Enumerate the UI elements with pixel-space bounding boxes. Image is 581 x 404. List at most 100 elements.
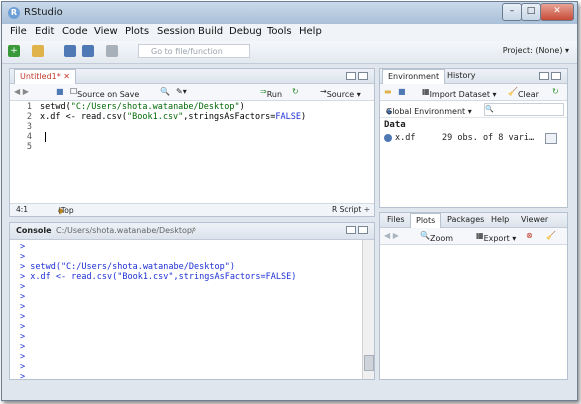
- zoom-button[interactable]: 🔍 Zoom: [420, 231, 453, 243]
- clear-label: Clear: [517, 90, 539, 99]
- tab-plots[interactable]: Plots: [410, 213, 442, 228]
- import-dataset-button[interactable]: ▦ Import Dataset ▾: [422, 87, 497, 99]
- editor-statusbar: 4:1 ◆ (Top Level) ÷ R Script ÷: [10, 203, 374, 216]
- run-button[interactable]: ⇒ Run: [260, 87, 282, 99]
- source-editor-pane: Untitled1* ✕ ◀ ▶ ■ ☐ Source on Save 🔍 ✎▾…: [9, 68, 375, 217]
- code-tools-icon[interactable]: ✎▾: [176, 87, 187, 96]
- line-number: 2: [26, 112, 32, 122]
- new-file-icon[interactable]: +: [8, 45, 20, 57]
- source-on-save-label: Source on Save: [77, 90, 140, 99]
- close-tab-icon[interactable]: ✕: [63, 72, 70, 81]
- save-workspace-icon[interactable]: ■: [398, 87, 406, 96]
- tab-help[interactable]: Help: [486, 213, 514, 227]
- remove-plot-icon[interactable]: ⊗: [526, 231, 533, 240]
- variable-name: x.df: [395, 133, 416, 143]
- scope-label: (Top Level) ÷: [58, 206, 81, 216]
- refresh-icon[interactable]: ↻: [552, 87, 559, 96]
- print-icon[interactable]: [106, 45, 118, 57]
- menu-bar: File Edit Code View Plots Session Build …: [2, 24, 577, 41]
- tab-packages[interactable]: Packages: [442, 213, 489, 227]
- source-label: Source ▾: [326, 90, 361, 99]
- env-search-input[interactable]: 🔍: [484, 103, 564, 116]
- global-env-label: Global Environment ▾: [386, 107, 472, 116]
- tab-untitled1[interactable]: Untitled1* ✕: [14, 69, 76, 84]
- scrollbar-thumb[interactable]: [364, 355, 374, 371]
- maximize-button[interactable]: □: [521, 3, 541, 21]
- text-cursor: [45, 132, 46, 142]
- zoom-label: Zoom: [429, 234, 454, 243]
- console-output[interactable]: > > > setwd("C:/Users/shota.watanabe/Des…: [10, 240, 362, 379]
- close-button[interactable]: ✕: [540, 3, 574, 21]
- line-number: 4: [26, 132, 32, 142]
- export-button[interactable]: ▦ Export ▾: [476, 231, 516, 243]
- console-line: >: [20, 292, 26, 302]
- tab-viewer[interactable]: Viewer: [516, 213, 553, 227]
- code-area[interactable]: 1 setwd("C:/Users/shota.watanabe/Desktop…: [10, 101, 374, 203]
- save-doc-icon[interactable]: ■: [56, 87, 64, 96]
- minimize-button[interactable]: –: [502, 3, 522, 21]
- environment-pane: Environment History ▬ ■ ▦ Import Dataset…: [379, 68, 568, 208]
- editor-toolbar: ◀ ▶ ■ ☐ Source on Save 🔍 ✎▾ ⇒ Run ↻ → So…: [10, 84, 374, 101]
- maximize-pane-icon[interactable]: [358, 72, 368, 80]
- tab-files[interactable]: Files: [382, 213, 410, 227]
- menu-edit[interactable]: Edit: [35, 26, 54, 37]
- expand-icon[interactable]: [384, 134, 392, 142]
- minimize-pane-icon[interactable]: [346, 226, 356, 234]
- maximize-pane-icon[interactable]: [358, 226, 368, 234]
- source-button[interactable]: → Source ▾: [320, 87, 361, 99]
- menu-file[interactable]: File: [10, 26, 27, 37]
- console-line: > setwd("C:/Users/shota.watanabe/Desktop…: [20, 262, 235, 272]
- search-icon[interactable]: 🔍: [160, 87, 170, 96]
- file-type-selector[interactable]: R Script ÷: [332, 205, 370, 214]
- line-text: setwd("C:/Users/shota.watanabe/Desktop"): [40, 102, 245, 112]
- back-forward-icon[interactable]: ◀ ▶: [384, 231, 399, 240]
- console-scrollbar[interactable]: [362, 240, 374, 379]
- console-label: Console: [16, 226, 52, 235]
- menu-build[interactable]: Build: [198, 26, 223, 37]
- console-line: >: [20, 322, 26, 332]
- env-toolbar: ▬ ■ ▦ Import Dataset ▾ 🧹 Clear ↻: [380, 84, 567, 101]
- load-workspace-icon[interactable]: ▬: [384, 87, 392, 96]
- env-scope-bar: ◆ Global Environment ▾ 🔍: [380, 101, 567, 118]
- console-path: C:/Users/shota.watanabe/Desktop/: [56, 226, 195, 235]
- line-number: 5: [26, 142, 32, 152]
- env-variable-row[interactable]: x.df 29 obs. of 8 vari…: [384, 133, 559, 145]
- clear-button[interactable]: 🧹 Clear: [508, 87, 539, 99]
- go-to-file-input[interactable]: Go to file/function: [138, 44, 250, 58]
- export-label: Export ▾: [483, 234, 517, 243]
- cursor-position: 4:1: [16, 205, 29, 214]
- project-menu[interactable]: Project: (None) ▾: [503, 46, 569, 55]
- tab-label: Untitled1*: [20, 72, 61, 81]
- variable-description: 29 obs. of 8 vari…: [442, 133, 535, 143]
- go-to-directory-icon[interactable]: ⇨: [190, 225, 197, 234]
- tab-environment[interactable]: Environment: [382, 69, 446, 84]
- clear-plots-icon[interactable]: 🧹: [546, 231, 556, 240]
- maximize-pane-icon[interactable]: [551, 72, 561, 80]
- save-all-icon[interactable]: [82, 45, 94, 57]
- minimize-pane-icon[interactable]: [346, 72, 356, 80]
- tab-history[interactable]: History: [442, 69, 480, 83]
- console-line: >: [20, 312, 26, 322]
- console-line: >: [20, 352, 26, 362]
- open-file-icon[interactable]: [32, 45, 44, 57]
- view-data-icon[interactable]: [545, 133, 557, 144]
- menu-debug[interactable]: Debug: [229, 26, 262, 37]
- menu-code[interactable]: Code: [62, 26, 88, 37]
- source-on-save-checkbox[interactable]: ☐ Source on Save: [70, 87, 139, 99]
- save-icon[interactable]: [64, 45, 76, 57]
- menu-plots[interactable]: Plots: [125, 26, 149, 37]
- back-forward-icon[interactable]: ◀ ▶: [14, 87, 29, 96]
- run-label: Run: [266, 90, 283, 99]
- import-dataset-label: Import Dataset ▾: [429, 90, 497, 99]
- plots-toolbar: ◀ ▶ 🔍 Zoom ▦ Export ▾ ⊗ 🧹: [380, 228, 567, 245]
- rerun-icon[interactable]: ↻: [292, 87, 299, 96]
- menu-session[interactable]: Session: [157, 26, 195, 37]
- menu-help[interactable]: Help: [299, 26, 322, 37]
- editor-tabstrip: Untitled1* ✕: [10, 69, 374, 84]
- menu-view[interactable]: View: [94, 26, 118, 37]
- console-pane: Console C:/Users/shota.watanabe/Desktop/…: [9, 222, 375, 380]
- menu-tools[interactable]: Tools: [267, 26, 292, 37]
- minimize-pane-icon[interactable]: [539, 72, 549, 80]
- window-title: RStudio: [24, 7, 63, 18]
- files-tabstrip: Files Plots Packages Help Viewer: [380, 213, 567, 228]
